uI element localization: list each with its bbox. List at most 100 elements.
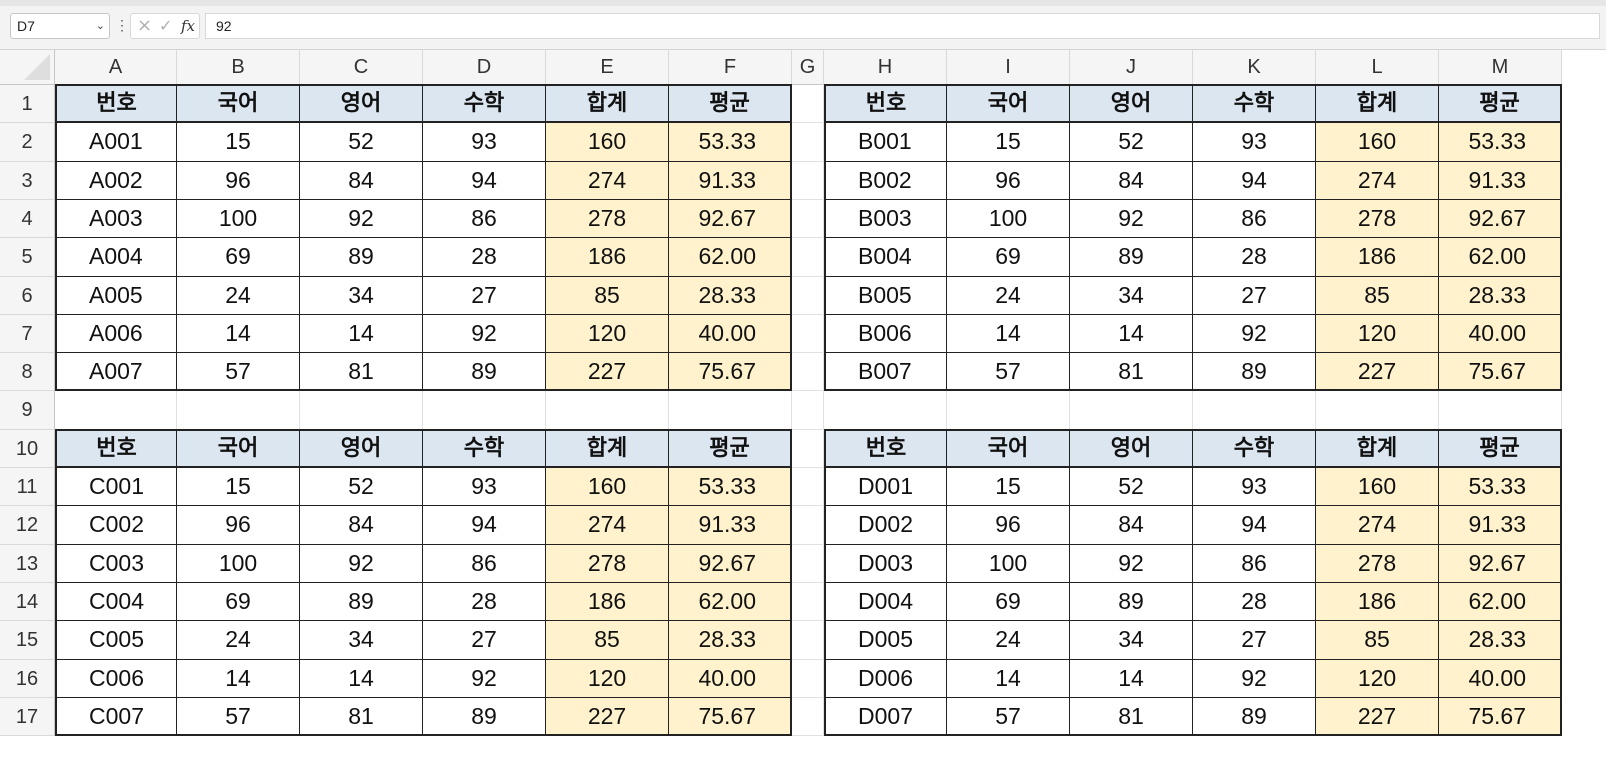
table-D-cell[interactable]: 81 bbox=[1070, 698, 1193, 736]
table-B-cell[interactable]: 62.00 bbox=[1439, 238, 1562, 277]
table-D-header-5[interactable]: 평균 bbox=[1439, 429, 1562, 468]
table-A-cell[interactable]: 278 bbox=[546, 200, 669, 238]
table-B-header-5[interactable]: 평균 bbox=[1439, 84, 1562, 123]
table-C-cell[interactable]: 14 bbox=[177, 660, 300, 698]
row-header-3[interactable]: 3 bbox=[0, 162, 55, 200]
table-C-cell[interactable]: 57 bbox=[177, 698, 300, 736]
table-B-cell[interactable]: 89 bbox=[1193, 353, 1316, 391]
cell-G15[interactable] bbox=[792, 621, 824, 660]
cell-G14[interactable] bbox=[792, 583, 824, 621]
cell-C9[interactable] bbox=[300, 391, 423, 430]
table-C-cell[interactable]: 40.00 bbox=[669, 660, 792, 698]
table-A-cell[interactable]: 53.33 bbox=[669, 123, 792, 162]
table-D-cell[interactable]: 52 bbox=[1070, 468, 1193, 506]
table-D-cell[interactable]: D002 bbox=[824, 506, 947, 545]
cell-J9[interactable] bbox=[1070, 391, 1193, 430]
table-B-cell[interactable]: 94 bbox=[1193, 162, 1316, 200]
row-header-13[interactable]: 13 bbox=[0, 545, 55, 583]
table-D-cell[interactable]: 28.33 bbox=[1439, 621, 1562, 660]
table-C-cell[interactable]: 75.67 bbox=[669, 698, 792, 736]
table-A-header-4[interactable]: 합계 bbox=[546, 84, 669, 123]
cell-H9[interactable] bbox=[824, 391, 947, 430]
table-C-cell[interactable]: 100 bbox=[177, 545, 300, 583]
table-D-cell[interactable]: 24 bbox=[947, 621, 1070, 660]
table-A-cell[interactable]: 62.00 bbox=[669, 238, 792, 277]
row-header-4[interactable]: 4 bbox=[0, 200, 55, 238]
table-B-cell[interactable]: B007 bbox=[824, 353, 947, 391]
row-header-9[interactable]: 9 bbox=[0, 391, 55, 430]
table-D-header-3[interactable]: 수학 bbox=[1193, 429, 1316, 468]
cell-K9[interactable] bbox=[1193, 391, 1316, 430]
row-header-6[interactable]: 6 bbox=[0, 277, 55, 315]
row-header-12[interactable]: 12 bbox=[0, 506, 55, 545]
column-header-L[interactable]: L bbox=[1316, 50, 1439, 85]
insert-function-icon[interactable]: fx bbox=[181, 14, 195, 38]
table-A-cell[interactable]: 52 bbox=[300, 123, 423, 162]
table-C-header-1[interactable]: 국어 bbox=[177, 429, 300, 468]
table-B-cell[interactable]: 86 bbox=[1193, 200, 1316, 238]
row-header-1[interactable]: 1 bbox=[0, 85, 55, 123]
table-B-cell[interactable]: B005 bbox=[824, 277, 947, 315]
table-B-cell[interactable]: 15 bbox=[947, 123, 1070, 162]
table-C-header-2[interactable]: 영어 bbox=[300, 429, 423, 468]
table-C-cell[interactable]: 86 bbox=[423, 545, 546, 583]
spreadsheet-grid[interactable]: A B C D E F G H I J K L M 1 2 3 4 5 6 7 8 9 10 11 12 13 14 15 16 17 번호… bbox=[0, 50, 1606, 760]
row-header-8[interactable]: 8 bbox=[0, 353, 55, 391]
table-D-cell[interactable]: 89 bbox=[1193, 698, 1316, 736]
cell-A9[interactable] bbox=[55, 391, 177, 430]
cell-G16[interactable] bbox=[792, 660, 824, 698]
table-D-cell[interactable]: 69 bbox=[947, 583, 1070, 621]
table-B-cell[interactable]: B003 bbox=[824, 200, 947, 238]
table-D-cell[interactable]: 15 bbox=[947, 468, 1070, 506]
more-options-icon[interactable]: ⋮ bbox=[115, 13, 129, 39]
table-B-cell[interactable]: 40.00 bbox=[1439, 315, 1562, 353]
table-D-header-2[interactable]: 영어 bbox=[1070, 429, 1193, 468]
column-header-C[interactable]: C bbox=[300, 50, 423, 85]
table-C-cell[interactable]: 94 bbox=[423, 506, 546, 545]
row-header-16[interactable]: 16 bbox=[0, 660, 55, 698]
chevron-down-icon[interactable]: ⌄ bbox=[96, 14, 105, 38]
table-C-header-5[interactable]: 평균 bbox=[669, 429, 792, 468]
table-A-cell[interactable]: 14 bbox=[177, 315, 300, 353]
table-C-cell[interactable]: 92.67 bbox=[669, 545, 792, 583]
table-B-cell[interactable]: 89 bbox=[1070, 238, 1193, 277]
table-D-cell[interactable]: D001 bbox=[824, 468, 947, 506]
table-D-cell[interactable]: 160 bbox=[1316, 468, 1439, 506]
table-D-cell[interactable]: 100 bbox=[947, 545, 1070, 583]
column-header-I[interactable]: I bbox=[947, 50, 1070, 85]
row-header-5[interactable]: 5 bbox=[0, 238, 55, 277]
table-C-cell[interactable]: C003 bbox=[55, 545, 177, 583]
table-B-cell[interactable]: 186 bbox=[1316, 238, 1439, 277]
table-C-header-3[interactable]: 수학 bbox=[423, 429, 546, 468]
name-box[interactable]: D7 ⌄ bbox=[10, 13, 110, 39]
table-A-cell[interactable]: 227 bbox=[546, 353, 669, 391]
column-header-K[interactable]: K bbox=[1193, 50, 1316, 85]
table-A-cell[interactable]: 24 bbox=[177, 277, 300, 315]
table-D-cell[interactable]: 92 bbox=[1070, 545, 1193, 583]
table-B-cell[interactable]: 274 bbox=[1316, 162, 1439, 200]
table-A-cell[interactable]: 40.00 bbox=[669, 315, 792, 353]
cell-L9[interactable] bbox=[1316, 391, 1439, 430]
cell-G7[interactable] bbox=[792, 315, 824, 353]
table-C-cell[interactable]: 24 bbox=[177, 621, 300, 660]
table-B-cell[interactable]: 28 bbox=[1193, 238, 1316, 277]
table-C-cell[interactable]: 96 bbox=[177, 506, 300, 545]
table-A-header-0[interactable]: 번호 bbox=[55, 84, 177, 123]
table-A-cell[interactable]: 57 bbox=[177, 353, 300, 391]
table-B-cell[interactable]: B001 bbox=[824, 123, 947, 162]
cell-G4[interactable] bbox=[792, 200, 824, 238]
cell-G13[interactable] bbox=[792, 545, 824, 583]
table-A-cell[interactable]: 34 bbox=[300, 277, 423, 315]
cell-G10[interactable] bbox=[792, 430, 824, 468]
column-header-E[interactable]: E bbox=[546, 50, 669, 85]
column-header-D[interactable]: D bbox=[423, 50, 546, 85]
table-D-cell[interactable]: 62.00 bbox=[1439, 583, 1562, 621]
table-A-header-5[interactable]: 평균 bbox=[669, 84, 792, 123]
table-B-cell[interactable]: 34 bbox=[1070, 277, 1193, 315]
table-C-cell[interactable]: C004 bbox=[55, 583, 177, 621]
column-header-G[interactable]: G bbox=[792, 50, 824, 85]
column-header-B[interactable]: B bbox=[177, 50, 300, 85]
table-C-cell[interactable]: 120 bbox=[546, 660, 669, 698]
table-D-cell[interactable]: 274 bbox=[1316, 506, 1439, 545]
table-A-cell[interactable]: 14 bbox=[300, 315, 423, 353]
